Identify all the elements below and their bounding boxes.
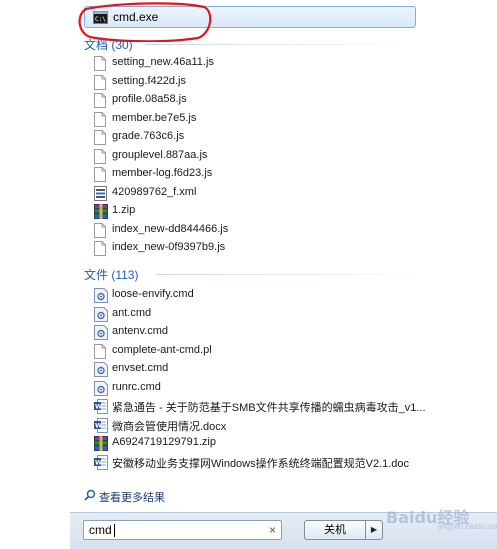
list-item[interactable]: setting_new.46a11.js (94, 55, 434, 72)
list-item[interactable]: W 安徽移动业务支撑网Windows操作系统终端配置规范V2.1.doc (94, 454, 434, 471)
clear-search-icon[interactable]: × (269, 523, 276, 537)
list-item-label: complete-ant-cmd.pl (112, 343, 212, 356)
word-icon: W (94, 454, 108, 470)
cmd-icon (94, 306, 108, 322)
svg-text:W: W (95, 458, 102, 466)
list-item-label: runrc.cmd (112, 380, 161, 393)
shutdown-options-arrow-icon[interactable]: ▶ (366, 520, 383, 540)
top-result-cmd[interactable]: C:\ cmd.exe (84, 6, 416, 28)
documents-header[interactable]: 文档 (30) (84, 36, 416, 53)
list-item[interactable]: envset.cmd (94, 361, 434, 378)
list-item-label: 420989762_f.xml (112, 185, 197, 198)
list-item[interactable]: ant.cmd (94, 306, 434, 323)
list-item-label: A6924719129791.zip (112, 436, 216, 448)
file-icon (94, 167, 108, 182)
shutdown-button[interactable]: 关机 (304, 520, 366, 540)
list-item-label: index_new-dd844466.js (112, 222, 229, 235)
cmd-icon (94, 362, 108, 377)
list-item-label: antenv.cmd (112, 325, 169, 337)
list-item-label: 紧急通告 - 关于防范基于SMB文件共享传播的蠕虫病毒攻击_v1... (112, 402, 426, 414)
file-icon (94, 111, 108, 127)
top-result-label: cmd.exe (113, 10, 159, 24)
list-item[interactable]: 420989762_f.xml (94, 185, 434, 202)
svg-text:W: W (95, 421, 102, 429)
list-item[interactable]: grade.763c6.js (94, 129, 434, 146)
list-item[interactable]: runrc.cmd (94, 380, 434, 397)
file-icon (94, 130, 108, 145)
list-item-label: grouplevel.887aa.js (112, 148, 208, 161)
list-item-label: 1.zip (112, 204, 136, 216)
file-icon (94, 222, 108, 238)
zip-icon (94, 204, 108, 219)
list-item-label: member.be7e5.js (112, 111, 197, 124)
search-input[interactable]: cmd × (83, 520, 282, 540)
list-item-label: setting.f422d.js (112, 74, 186, 87)
list-item[interactable]: W 微商会管使用情况.docx (94, 417, 434, 434)
svg-text:C:\: C:\ (95, 16, 106, 23)
zip-icon (94, 436, 108, 451)
files-header-label: 文件 (113) (84, 268, 139, 282)
xml-icon (94, 185, 108, 201)
list-item-label: 微商会管使用情况.docx (112, 420, 227, 433)
list-item[interactable]: grouplevel.887aa.js (94, 148, 434, 165)
search-input-value: cmd (89, 523, 112, 537)
list-item[interactable]: index_new-0f9397b9.js (94, 240, 434, 257)
list-item-label: 安徽移动业务支撑网Windows操作系统终端配置规范V2.1.doc (112, 457, 410, 470)
file-icon (94, 93, 108, 108)
cmd-icon (94, 380, 108, 396)
see-more-results-link[interactable]: 查看更多结果 (84, 487, 234, 505)
list-item[interactable]: W 紧急通告 - 关于防范基于SMB文件共享传播的蠕虫病毒攻击_v1... (94, 398, 434, 415)
list-item-label: grade.763c6.js (112, 130, 185, 142)
file-icon (94, 74, 108, 90)
list-item[interactable]: setting.f422d.js (94, 74, 434, 91)
text-caret (114, 524, 115, 537)
divider (156, 274, 426, 275)
list-item[interactable]: member-log.f6d23.js (94, 166, 434, 183)
list-item-label: profile.08a58.js (112, 93, 187, 105)
list-item[interactable]: member.be7e5.js (94, 111, 434, 128)
list-item[interactable]: antenv.cmd (94, 324, 434, 341)
list-item-label: ant.cmd (112, 306, 152, 319)
list-item[interactable]: profile.08a58.js (94, 92, 434, 109)
file-icon (94, 56, 108, 71)
list-item[interactable]: complete-ant-cmd.pl (94, 343, 434, 360)
cmd-console-icon: C:\ (93, 11, 108, 27)
list-item-label: loose-envify.cmd (112, 288, 194, 300)
list-item[interactable]: A6924719129791.zip (94, 435, 434, 452)
list-item-label: index_new-0f9397b9.js (112, 241, 226, 253)
list-item[interactable]: index_new-dd844466.js (94, 222, 434, 239)
list-item[interactable]: loose-envify.cmd (94, 287, 434, 304)
divider (146, 44, 416, 45)
see-more-results-label: 查看更多结果 (99, 492, 165, 504)
file-icon (94, 343, 108, 359)
file-icon (94, 241, 108, 256)
list-item-label: member-log.f6d23.js (112, 167, 213, 179)
svg-text:W: W (95, 403, 102, 411)
documents-header-label: 文档 (30) (84, 38, 133, 52)
list-item-label: setting_new.46a11.js (112, 56, 214, 68)
cmd-icon (94, 288, 108, 303)
file-icon (94, 148, 108, 164)
files-header[interactable]: 文件 (113) (84, 266, 426, 283)
list-item-label: envset.cmd (112, 362, 169, 374)
search-icon (84, 489, 96, 504)
word-icon: W (94, 417, 108, 433)
list-item[interactable]: 1.zip (94, 203, 434, 220)
word-icon: W (94, 399, 108, 414)
cmd-icon (94, 325, 108, 340)
